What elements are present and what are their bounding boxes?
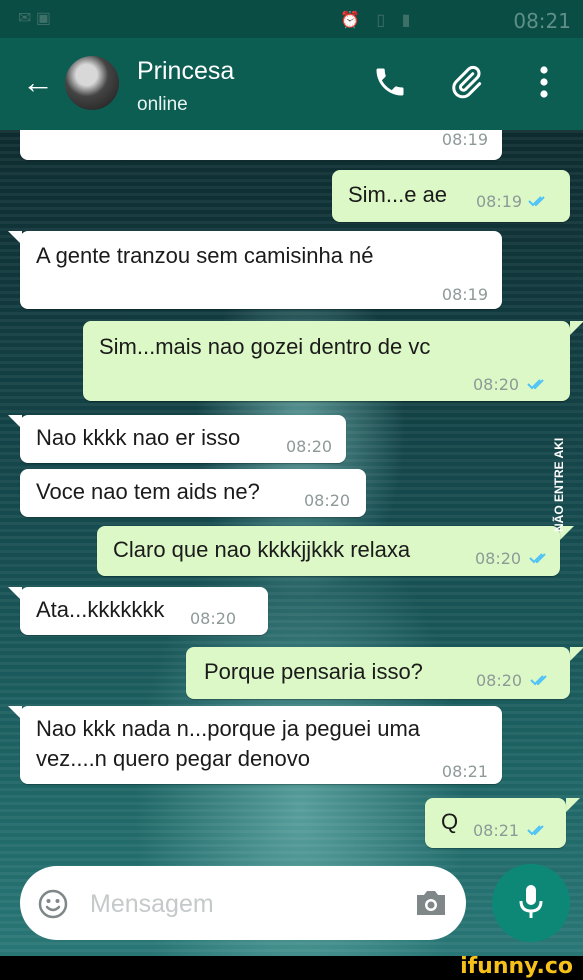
- message-text: A gente tranzou sem camisinha né: [36, 243, 374, 268]
- notification-icons: ✉ ▣: [18, 10, 51, 27]
- system-icons: ⏰ ▯ ▮: [340, 12, 417, 29]
- bubble-tail: [566, 798, 580, 812]
- mic-icon: [519, 885, 543, 918]
- status-time: 08:21: [513, 9, 571, 33]
- phone-icon[interactable]: [372, 64, 408, 100]
- side-watermark: NÃO ENTRE AKI: [552, 437, 566, 533]
- read-receipt-icon: [527, 379, 544, 390]
- message-time: 08:20: [476, 671, 523, 690]
- message-text: Claro que nao kkkkjjkkk relaxa: [113, 537, 411, 562]
- message-bubble-incoming[interactable]: Nao kkk nada n...porque ja peguei uma ve…: [20, 706, 502, 784]
- chat-header: ← Princesa online: [0, 38, 583, 130]
- message-time: 08:20: [286, 437, 333, 456]
- message-text: Q: [441, 809, 459, 834]
- chat-area[interactable]: 08:19 Sim...e ae 08:19 A gente tranzou s…: [0, 130, 583, 980]
- message-text: Sim...e ae: [348, 182, 448, 207]
- status-bar: ✉ ▣ ⏰ ▯ ▮ 08:21: [0, 0, 583, 38]
- message-time: 08:20: [304, 491, 351, 510]
- message-bubble-incoming[interactable]: A gente tranzou sem camisinha né 08:19: [20, 231, 502, 309]
- message-bubble-outgoing[interactable]: Porque pensaria isso? 08:20: [186, 647, 570, 699]
- message-composer: [20, 866, 466, 940]
- message-text: Voce nao tem aids ne?: [36, 479, 260, 504]
- message-time: 08:20: [473, 375, 520, 394]
- emoji-icon[interactable]: [38, 889, 68, 919]
- camera-icon[interactable]: [413, 887, 449, 919]
- message-time: 08:19: [441, 285, 488, 304]
- message-bubble-outgoing[interactable]: Claro que nao kkkkjjkkk relaxa 08:20: [97, 526, 560, 576]
- contact-name[interactable]: Princesa: [137, 57, 234, 86]
- read-receipt-icon: [527, 825, 544, 836]
- message-bubble-outgoing[interactable]: Sim...mais nao gozei dentro de vc 08:20: [83, 321, 570, 401]
- message-time: 08:19: [476, 192, 523, 211]
- message-text: Nao kkkk nao er isso: [36, 425, 241, 450]
- read-receipt-icon: [529, 553, 546, 564]
- paperclip-icon[interactable]: [448, 64, 484, 100]
- message-text: Nao kkk nada n...porque ja peguei uma: [36, 716, 421, 741]
- message-time: 08:20: [475, 549, 522, 568]
- bubble-tail: [570, 647, 583, 661]
- more-vert-icon[interactable]: [534, 64, 554, 100]
- message-bubble-outgoing[interactable]: Sim...e ae 08:19: [332, 170, 570, 222]
- read-receipt-icon: [528, 196, 545, 207]
- message-bubble-incoming[interactable]: Voce nao tem aids ne? 08:20: [20, 469, 366, 517]
- message-time: 08:20: [190, 609, 237, 628]
- message-bubble-incoming[interactable]: Ata...kkkkkkk 08:20: [20, 587, 268, 635]
- message-time: 08:19: [441, 130, 488, 149]
- message-bubble-incoming[interactable]: 08:19: [20, 130, 502, 160]
- bubble-tail: [570, 321, 583, 335]
- message-text: Porque pensaria isso?: [204, 659, 423, 684]
- message-text: Sim...mais nao gozei dentro de vc: [99, 334, 431, 359]
- read-receipt-icon: [530, 675, 547, 686]
- message-text-line2: vez....n quero pegar denovo: [36, 746, 310, 771]
- message-time: 08:21: [441, 762, 488, 781]
- watermark-logo: ifunny.co: [460, 954, 573, 979]
- bottom-watermark: ifunny.co: [0, 954, 583, 980]
- message-bubble-incoming[interactable]: Nao kkkk nao er isso 08:20: [20, 415, 346, 463]
- back-arrow-icon[interactable]: ←: [22, 66, 54, 98]
- message-time: 08:21: [473, 821, 520, 840]
- message-input[interactable]: [90, 890, 390, 919]
- mic-button[interactable]: [492, 864, 570, 942]
- message-text: Ata...kkkkkkk: [36, 597, 165, 622]
- message-bubble-outgoing[interactable]: Q 08:21: [425, 798, 566, 848]
- contact-status: online: [137, 94, 188, 115]
- avatar[interactable]: [65, 56, 119, 110]
